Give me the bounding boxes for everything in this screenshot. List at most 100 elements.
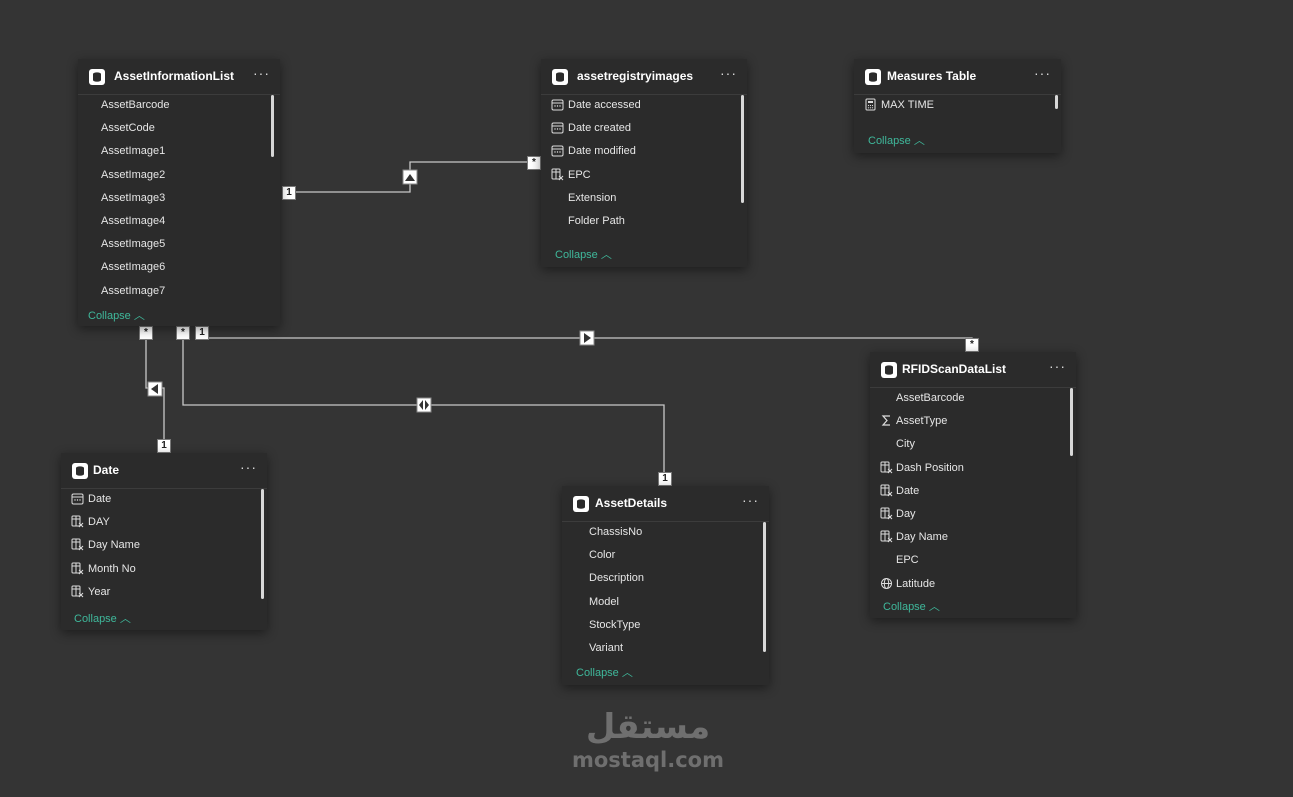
field-name: Model <box>589 595 619 608</box>
field-row[interactable]: Date modified <box>541 141 747 164</box>
collapse-label: Collapse <box>88 310 131 322</box>
crossfilter-arrow-images[interactable] <box>402 169 418 185</box>
table-icon <box>552 69 568 85</box>
field-row[interactable]: Dash Position <box>870 458 1076 481</box>
field-row[interactable]: AssetImage1 <box>78 141 280 164</box>
collapse-link[interactable]: Collapse ︿ <box>576 664 633 680</box>
field-row[interactable]: Day Name <box>61 535 267 558</box>
table-card-assetinformationlist[interactable]: AssetInformationList ··· AssetBarcode As… <box>78 59 280 326</box>
card-header[interactable]: AssetDetails ··· <box>562 486 769 522</box>
collapse-link[interactable]: Collapse ︿ <box>883 598 940 614</box>
scrollbar[interactable] <box>1070 388 1073 456</box>
collapse-link[interactable]: Collapse ︿ <box>88 307 145 323</box>
table-icon <box>72 463 88 479</box>
collapse-link[interactable]: Collapse ︿ <box>555 246 612 262</box>
cardinality-many-label: * <box>527 156 541 170</box>
card-header[interactable]: assetregistryimages ··· <box>541 59 747 95</box>
field-name: AssetType <box>896 415 948 428</box>
card-header[interactable]: Measures Table ··· <box>854 59 1061 95</box>
field-row[interactable]: AssetImage4 <box>78 211 280 234</box>
field-row[interactable]: Month No <box>61 559 267 582</box>
table-card-rfidscandatalist[interactable]: RFIDScanDataList ··· AssetBarcode AssetT… <box>870 352 1076 618</box>
field-row[interactable]: Description <box>562 568 769 591</box>
field-row[interactable]: AssetImage2 <box>78 165 280 188</box>
scrollbar[interactable] <box>271 95 274 157</box>
crossfilter-arrow-details[interactable] <box>416 397 432 413</box>
field-name: AssetImage3 <box>101 191 166 204</box>
field-row[interactable]: AssetImage6 <box>78 257 280 280</box>
field-row[interactable]: Latitude <box>870 574 1076 597</box>
field-row[interactable]: DAY <box>61 512 267 535</box>
chevron-up-icon: ︿ <box>119 613 131 625</box>
field-row[interactable]: AssetCode <box>78 118 280 141</box>
field-row[interactable]: AssetBarcode <box>78 95 280 118</box>
cardinality-many-label: * <box>965 338 979 352</box>
field-name: Variant <box>589 641 624 654</box>
field-row[interactable]: Model <box>562 592 769 615</box>
field-row[interactable]: Day <box>870 504 1076 527</box>
card-header[interactable]: Date ··· <box>61 453 267 489</box>
cardinality-one-label: 1 <box>282 186 296 200</box>
chevron-up-icon: ︿ <box>600 249 612 261</box>
field-row[interactable]: MAX TIME <box>854 95 1061 118</box>
field-row[interactable]: AssetImage3 <box>78 188 280 211</box>
field-row[interactable]: AssetBarcode <box>870 388 1076 411</box>
field-row[interactable]: Date <box>61 489 267 512</box>
field-row[interactable]: Extension <box>541 188 747 211</box>
scrollbar[interactable] <box>261 489 264 599</box>
collapse-link[interactable]: Collapse ︿ <box>868 132 925 148</box>
scrollbar[interactable] <box>1055 95 1058 109</box>
field-row[interactable]: ChassisNo <box>562 522 769 545</box>
field-row[interactable]: Year <box>61 582 267 605</box>
card-header[interactable]: AssetInformationList ··· <box>78 59 280 95</box>
more-options-button[interactable]: ··· <box>1034 65 1051 81</box>
collapse-label: Collapse <box>868 135 911 147</box>
field-name: StockType <box>589 618 641 631</box>
field-row[interactable]: EPC <box>541 165 747 188</box>
table-title: Measures Table <box>887 69 977 83</box>
more-options-button[interactable]: ··· <box>1049 358 1066 374</box>
card-header[interactable]: RFIDScanDataList ··· <box>870 352 1076 388</box>
collapse-link[interactable]: Collapse ︿ <box>74 610 131 626</box>
field-row[interactable]: AssetImage7 <box>78 281 280 304</box>
crossfilter-arrow-date[interactable] <box>147 381 163 397</box>
chevron-up-icon: ︿ <box>913 135 925 147</box>
field-row[interactable]: Color <box>562 545 769 568</box>
field-row[interactable]: AssetType <box>870 411 1076 434</box>
field-name: AssetCode <box>101 122 155 135</box>
field-row[interactable]: City <box>870 434 1076 457</box>
table-card-measures-table[interactable]: Measures Table ··· MAX TIME Collapse ︿ <box>854 59 1061 153</box>
table-icon <box>881 362 897 378</box>
field-row[interactable]: EPC <box>870 550 1076 573</box>
field-row[interactable]: Date <box>870 481 1076 504</box>
field-name: Day Name <box>896 531 948 544</box>
field-row[interactable]: Variant <box>562 638 769 661</box>
calendar-icon <box>551 99 564 111</box>
chevron-up-icon: ︿ <box>928 601 940 613</box>
more-options-button[interactable]: ··· <box>742 492 759 508</box>
more-options-button[interactable]: ··· <box>240 459 257 475</box>
crossfilter-arrow-rfid[interactable] <box>579 330 595 346</box>
field-name: Day <box>896 507 916 520</box>
field-row[interactable]: Date accessed <box>541 95 747 118</box>
field-name: AssetImage5 <box>101 238 166 251</box>
more-options-button[interactable]: ··· <box>720 65 737 81</box>
scrollbar[interactable] <box>741 95 744 203</box>
scrollbar[interactable] <box>763 522 766 652</box>
field-row[interactable]: AssetImage5 <box>78 234 280 257</box>
field-name: Date <box>88 493 112 505</box>
field-name: EPC <box>896 554 919 567</box>
table-card-assetdetails[interactable]: AssetDetails ··· ChassisNo Color Descrip… <box>562 486 769 685</box>
field-row[interactable]: Date created <box>541 118 747 141</box>
more-options-button[interactable]: ··· <box>253 65 270 81</box>
table-icon <box>865 69 881 85</box>
field-name: Date created <box>568 122 631 135</box>
field-row[interactable]: StockType <box>562 615 769 638</box>
field-name: ChassisNo <box>589 526 643 538</box>
field-row[interactable]: Day Name <box>870 527 1076 550</box>
table-card-assetregistryimages[interactable]: assetregistryimages ··· Date accessed Da… <box>541 59 747 267</box>
field-name: Date modified <box>568 145 636 158</box>
calculator-icon <box>865 98 876 111</box>
table-card-date[interactable]: Date ··· Date DAY Day Name Month No Year… <box>61 453 267 630</box>
field-row[interactable]: Folder Path <box>541 211 747 234</box>
